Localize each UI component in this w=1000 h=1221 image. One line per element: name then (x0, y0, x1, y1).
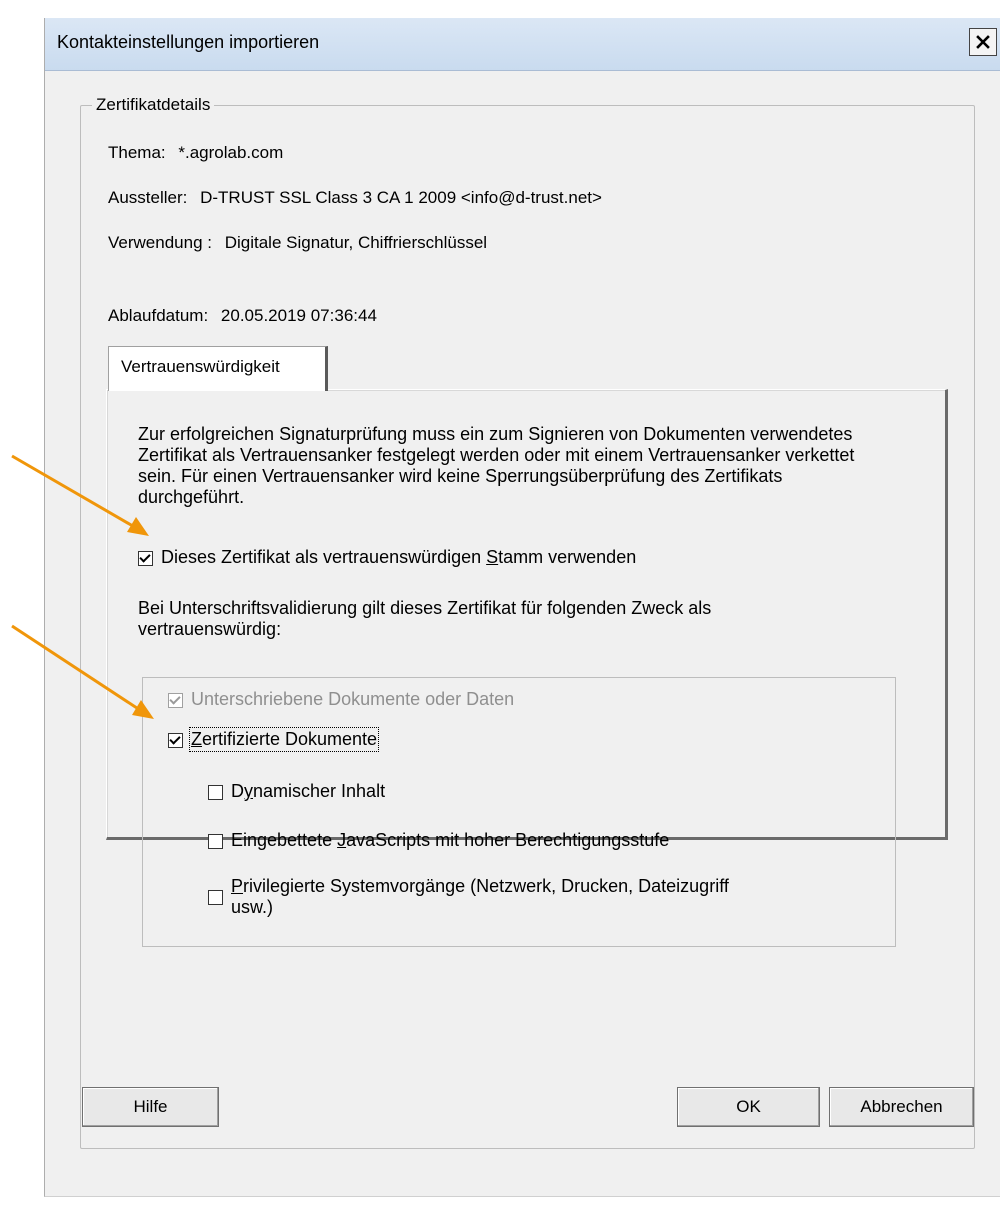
trusted-root-checkbox[interactable] (138, 551, 153, 566)
close-icon (976, 35, 990, 49)
dynamic-content-row[interactable]: Dynamischer Inhalt (208, 781, 385, 802)
subject-row: Thema: *.agrolab.com (108, 143, 283, 163)
certified-documents-row[interactable]: Zertifizierte Dokumente (168, 727, 380, 752)
embedded-javascripts-checkbox[interactable] (208, 834, 223, 849)
dialog-title: Kontakteinstellungen importieren (57, 32, 320, 52)
dynamic-content-label: Dynamischer Inhalt (231, 781, 386, 801)
certificate-details-legend: Zertifikatdetails (92, 95, 215, 115)
privileged-operations-label: Privilegierte Systemvorgänge (Netzwerk, … (231, 876, 729, 917)
usage-row: Verwendung : Digitale Signatur, Chiffrie… (108, 233, 487, 253)
signed-documents-row: Unterschriebene Dokumente oder Daten (168, 689, 514, 710)
signed-documents-label: Unterschriebene Dokumente oder Daten (191, 689, 515, 709)
embedded-javascripts-label: Eingebettete JavaScripts mit hoher Berec… (231, 830, 670, 850)
purpose-description: Bei Unterschriftsvalidierung gilt dieses… (138, 598, 712, 639)
usage-value: Digitale Signatur, Chiffrierschlüssel (224, 233, 488, 252)
dynamic-content-checkbox[interactable] (208, 785, 223, 800)
trust-anchor-description: Zur erfolgreichen Signaturprüfung muss e… (138, 424, 855, 507)
ok-button[interactable]: OK (677, 1087, 820, 1127)
subject-value: *.agrolab.com (178, 143, 284, 162)
certified-documents-label: Zertifizierte Dokumente (188, 727, 380, 752)
close-button[interactable] (969, 28, 997, 56)
expiry-label: Ablaufdatum: (108, 306, 209, 325)
help-button[interactable]: Hilfe (82, 1087, 219, 1127)
certified-documents-checkbox[interactable] (168, 733, 183, 748)
trusted-root-checkbox-row[interactable]: Dieses Zertifikat als vertrauenswürdigen… (138, 547, 636, 568)
cancel-button[interactable]: Abbrechen (829, 1087, 974, 1127)
signed-documents-checkbox (168, 693, 183, 708)
embedded-javascripts-row[interactable]: Eingebettete JavaScripts mit hoher Berec… (208, 830, 669, 851)
expiry-value: 20.05.2019 07:36:44 (220, 306, 377, 325)
issuer-value: D-TRUST SSL Class 3 CA 1 2009 <info@d-tr… (200, 188, 602, 207)
title-bar[interactable]: Kontakteinstellungen importieren (45, 18, 1000, 71)
issuer-label: Aussteller: (108, 188, 188, 207)
subject-label: Thema: (108, 143, 166, 162)
expiry-row: Ablaufdatum: 20.05.2019 07:36:44 (108, 306, 377, 326)
trusted-root-label: Dieses Zertifikat als vertrauenswürdigen… (161, 547, 637, 567)
privileged-operations-checkbox[interactable] (208, 890, 223, 905)
usage-label: Verwendung : (108, 233, 212, 252)
tab-trustworthiness[interactable]: Vertrauenswürdigkeit (108, 346, 328, 391)
issuer-row: Aussteller: D-TRUST SSL Class 3 CA 1 200… (108, 188, 602, 208)
privileged-operations-row[interactable]: Privilegierte Systemvorgänge (Netzwerk, … (208, 876, 729, 918)
tab-trustworthiness-label: Vertrauenswürdigkeit (121, 357, 280, 376)
